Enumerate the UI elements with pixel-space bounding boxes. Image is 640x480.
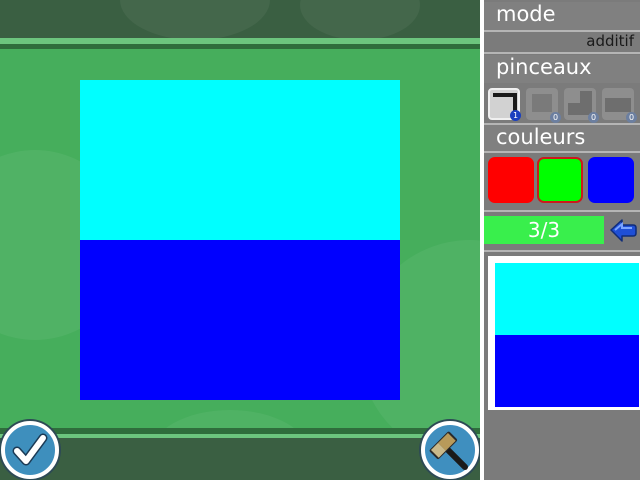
- divider: [484, 250, 640, 252]
- brushes-title: pinceaux: [496, 55, 592, 79]
- top-stripe-shadow: [0, 44, 480, 49]
- colors-header: couleurs: [484, 125, 640, 153]
- brush-count-badge: 0: [626, 112, 637, 123]
- canvas-band-bottom[interactable]: [80, 240, 400, 400]
- colors-title: couleurs: [496, 125, 586, 149]
- mode-header: mode: [484, 2, 640, 30]
- hammer-icon: [429, 431, 468, 470]
- bottom-bar: [0, 438, 480, 480]
- brush-count-badge: 1: [510, 110, 521, 121]
- divider: [484, 210, 640, 212]
- play-area: [0, 0, 480, 480]
- brush-count-badge: 0: [550, 112, 561, 123]
- brush-slot-3[interactable]: 0: [564, 88, 599, 123]
- divider: [484, 52, 640, 54]
- top-bar: [0, 0, 480, 40]
- preview-band-top: [495, 263, 639, 335]
- arrow-left-icon: [610, 219, 637, 242]
- color-swatch-green[interactable]: [537, 157, 583, 203]
- color-swatch-blue[interactable]: [588, 157, 634, 203]
- hammer-button[interactable]: [421, 421, 479, 479]
- checkmark-icon: [12, 433, 48, 466]
- brush-slot-1[interactable]: 1: [488, 88, 521, 121]
- validate-button[interactable]: [1, 421, 59, 479]
- paint-canvas[interactable]: [80, 80, 400, 400]
- color-swatch-red[interactable]: [488, 157, 534, 203]
- brush-count-badge: 0: [588, 112, 599, 123]
- progress-counter: 3/3: [484, 216, 604, 244]
- brushes-header: pinceaux: [484, 55, 640, 83]
- progress-text: 3/3: [527, 218, 561, 242]
- undo-button[interactable]: [608, 216, 638, 244]
- preview-band-bottom: [495, 335, 639, 407]
- mode-value[interactable]: additif: [586, 32, 634, 50]
- mode-title: mode: [496, 2, 556, 26]
- target-preview: [488, 256, 640, 410]
- brush-slot-2[interactable]: 0: [526, 88, 561, 123]
- canvas-band-top[interactable]: [80, 80, 400, 240]
- divider: [484, 151, 640, 153]
- side-panel: mode additif pinceaux 1 0 0 0 couleurs 3…: [480, 0, 640, 480]
- brush-slot-4[interactable]: 0: [602, 88, 637, 123]
